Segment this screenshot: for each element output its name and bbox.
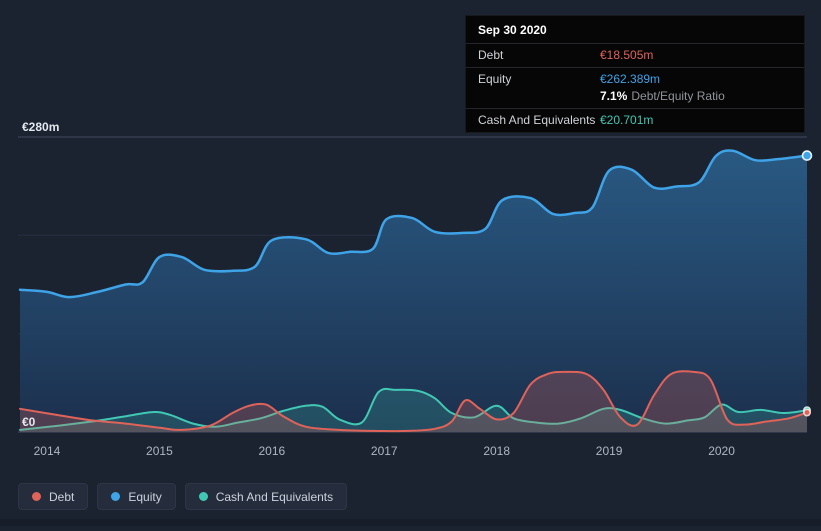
y-axis-label: €0 — [22, 415, 36, 429]
tooltip-cash-label: Cash And Equivalents — [478, 113, 596, 127]
equity-legend-dot-icon — [111, 492, 121, 501]
x-axis-label: 2019 — [595, 444, 623, 458]
tooltip-debt-row: Debt €18.505m — [466, 43, 804, 67]
bottom-strip — [0, 519, 821, 526]
legend-label-debt: Debt — [49, 489, 75, 504]
legend-item-cash[interactable]: Cash And Equivalents — [184, 483, 348, 510]
tooltip-debt-value: €18.505m — [600, 48, 654, 62]
debt-legend-dot-icon — [32, 492, 41, 501]
x-axis-label: 2020 — [708, 444, 735, 458]
tooltip-debt-label: Debt — [478, 48, 504, 62]
legend-label-equity: Equity — [128, 489, 162, 504]
legend-item-equity[interactable]: Equity — [97, 483, 176, 510]
x-axis-label: 2015 — [146, 444, 173, 458]
x-axis-label: 2014 — [33, 444, 61, 458]
debt-equity-history-chart: €280m €0 2014 2015 2016 2017 2018 2019 2020 Sep … — [0, 0, 821, 526]
chart-tooltip: Sep 30 2020 Debt €18.505m Equity €262.38… — [465, 15, 805, 133]
legend-label-cash: Cash And Equivalents — [215, 489, 334, 504]
x-axis-label: 2018 — [483, 444, 511, 458]
x-axis-label: 2016 — [258, 444, 286, 458]
cash-legend-dot-icon — [198, 492, 208, 501]
tooltip-cash-value: €20.701m — [600, 113, 654, 127]
chart-legend: Debt Equity Cash And Equivalents — [18, 483, 348, 510]
tooltip-date: Sep 30 2020 — [478, 23, 547, 37]
tooltip-equity-row: Equity €262.389m 7.1% Debt/Equity Ratio — [466, 67, 804, 108]
tooltip-ratio-value: 7.1% — [600, 89, 628, 103]
tooltip-equity-label: Equity — [478, 72, 512, 86]
tooltip-cash-row: Cash And Equivalents €20.701m — [466, 108, 804, 132]
legend-item-debt[interactable]: Debt — [18, 483, 89, 510]
tooltip-debt-equity-ratio: 7.1% Debt/Equity Ratio — [600, 89, 725, 103]
y-axis-label: €280m — [22, 120, 60, 134]
tooltip-ratio-label: Debt/Equity Ratio — [631, 89, 725, 103]
tooltip-equity-value: €262.389m — [600, 72, 661, 86]
x-axis-label: 2017 — [370, 444, 398, 458]
